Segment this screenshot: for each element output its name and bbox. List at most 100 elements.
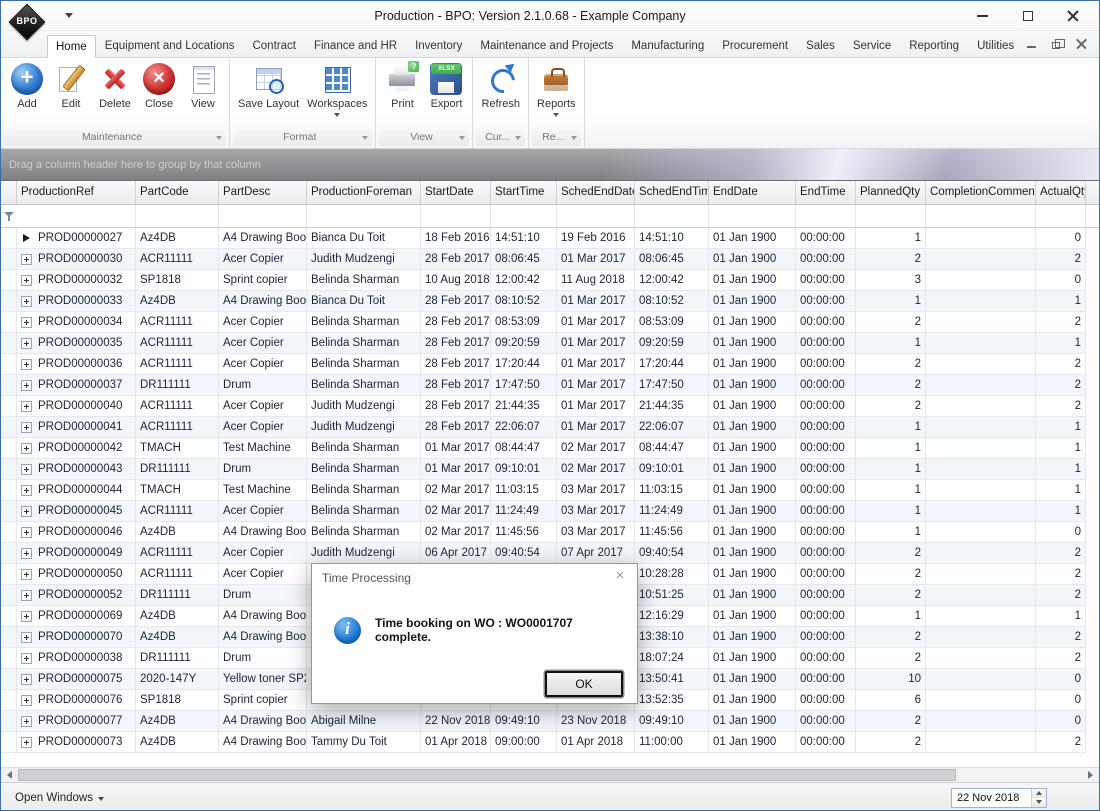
cell-partdesc[interactable]: Test Machine — [219, 438, 307, 459]
cell-startdate[interactable]: 28 Feb 2017 — [421, 333, 491, 354]
filter-cell-schedenddate[interactable] — [557, 205, 635, 227]
cell-productionref[interactable]: PROD00000033 — [17, 291, 136, 312]
filter-cell-schedendtime[interactable] — [635, 205, 709, 227]
cell-enddate[interactable]: 01 Jan 1900 — [709, 249, 796, 270]
cell-completioncomments[interactable] — [926, 627, 1036, 648]
cell-plannedqty[interactable]: 1 — [856, 501, 926, 522]
cell-partcode[interactable]: DR111111 — [136, 585, 219, 606]
cell-completioncomments[interactable] — [926, 438, 1036, 459]
tab-reporting[interactable]: Reporting — [900, 34, 968, 57]
cell-actualqty[interactable]: 1 — [1036, 333, 1086, 354]
cell-starttime[interactable]: 21:44:35 — [491, 396, 557, 417]
filter-cell-productionref[interactable] — [17, 205, 136, 227]
cell-productionref[interactable]: PROD00000030 — [17, 249, 136, 270]
cell-actualqty[interactable]: 0 — [1036, 711, 1086, 732]
cell-plannedqty[interactable]: 1 — [856, 438, 926, 459]
grid-row-PROD00000035[interactable]: PROD00000035ACR11111Acer CopierBelinda S… — [1, 333, 1099, 354]
cell-schedendtime[interactable]: 09:10:01 — [635, 459, 709, 480]
mdi-minimize-icon[interactable] — [1027, 46, 1036, 48]
cell-endtime[interactable]: 00:00:00 — [796, 438, 856, 459]
cell-schedenddate[interactable]: 01 Mar 2017 — [557, 249, 635, 270]
cell-plannedqty[interactable]: 2 — [856, 732, 926, 753]
cell-productionforeman[interactable]: Belinda Sharman — [307, 438, 421, 459]
cell-productionforeman[interactable]: Belinda Sharman — [307, 375, 421, 396]
cell-partcode[interactable]: ACR11111 — [136, 249, 219, 270]
cell-schedendtime[interactable]: 18:07:24 — [635, 648, 709, 669]
cell-startdate[interactable]: 28 Feb 2017 — [421, 312, 491, 333]
cell-endtime[interactable]: 00:00:00 — [796, 648, 856, 669]
cell-schedenddate[interactable]: 01 Mar 2017 — [557, 417, 635, 438]
cell-endtime[interactable]: 00:00:00 — [796, 228, 856, 249]
cell-partdesc[interactable]: Drum — [219, 585, 307, 606]
grid-row-PROD00000027[interactable]: PROD00000027Az4DBA4 Drawing BookBianca D… — [1, 228, 1099, 249]
expand-icon[interactable] — [21, 422, 32, 433]
cell-plannedqty[interactable]: 1 — [856, 606, 926, 627]
cell-partcode[interactable]: Az4DB — [136, 711, 219, 732]
grid-row-PROD00000034[interactable]: PROD00000034ACR11111Acer CopierBelinda S… — [1, 312, 1099, 333]
view-button[interactable]: View — [181, 61, 225, 112]
cell-startdate[interactable]: 28 Feb 2017 — [421, 354, 491, 375]
grid-row-PROD00000049[interactable]: PROD00000049ACR11111Acer CopierJudith Mu… — [1, 543, 1099, 564]
save-layout-button[interactable]: Save Layout — [234, 61, 303, 112]
cell-completioncomments[interactable] — [926, 417, 1036, 438]
expand-icon[interactable] — [21, 569, 32, 580]
cell-plannedqty[interactable]: 2 — [856, 585, 926, 606]
cell-plannedqty[interactable]: 2 — [856, 711, 926, 732]
grid-row-PROD00000041[interactable]: PROD00000041ACR11111Acer CopierJudith Mu… — [1, 417, 1099, 438]
cell-plannedqty[interactable]: 1 — [856, 459, 926, 480]
expand-icon[interactable] — [21, 401, 32, 412]
cell-schedenddate[interactable]: 01 Mar 2017 — [557, 312, 635, 333]
cell-enddate[interactable]: 01 Jan 1900 — [709, 438, 796, 459]
cell-productionref[interactable]: PROD00000037 — [17, 375, 136, 396]
cell-starttime[interactable]: 08:53:09 — [491, 312, 557, 333]
cell-schedenddate[interactable]: 02 Mar 2017 — [557, 438, 635, 459]
expand-icon[interactable] — [21, 737, 32, 748]
cell-productionref[interactable]: PROD00000046 — [17, 522, 136, 543]
cell-productionforeman[interactable]: Bianca Du Toit — [307, 228, 421, 249]
expand-icon[interactable] — [21, 275, 32, 286]
tab-service[interactable]: Service — [844, 34, 900, 57]
cell-partcode[interactable]: 2020-147Y — [136, 669, 219, 690]
cell-plannedqty[interactable]: 2 — [856, 249, 926, 270]
cell-starttime[interactable]: 17:47:50 — [491, 375, 557, 396]
cell-plannedqty[interactable]: 2 — [856, 648, 926, 669]
edit-button[interactable]: Edit — [49, 61, 93, 112]
add-button[interactable]: Add — [5, 61, 49, 112]
cell-productionforeman[interactable]: Tammy Du Toit — [307, 732, 421, 753]
cell-schedendtime[interactable]: 10:51:25 — [635, 585, 709, 606]
cell-schedenddate[interactable]: 01 Mar 2017 — [557, 333, 635, 354]
cell-actualqty[interactable]: 1 — [1036, 438, 1086, 459]
cell-starttime[interactable]: 09:40:54 — [491, 543, 557, 564]
cell-productionref[interactable]: PROD00000077 — [17, 711, 136, 732]
cell-enddate[interactable]: 01 Jan 1900 — [709, 375, 796, 396]
print-button[interactable]: Print — [380, 61, 424, 112]
cell-schedendtime[interactable]: 17:20:44 — [635, 354, 709, 375]
cell-enddate[interactable]: 01 Jan 1900 — [709, 690, 796, 711]
cell-actualqty[interactable]: 0 — [1036, 690, 1086, 711]
cell-enddate[interactable]: 01 Jan 1900 — [709, 354, 796, 375]
cell-actualqty[interactable]: 1 — [1036, 459, 1086, 480]
cell-endtime[interactable]: 00:00:00 — [796, 312, 856, 333]
cell-actualqty[interactable]: 0 — [1036, 270, 1086, 291]
cell-productionforeman[interactable]: Belinda Sharman — [307, 480, 421, 501]
column-header-partdesc[interactable]: PartDesc — [219, 181, 307, 204]
filter-cell-enddate[interactable] — [709, 205, 796, 227]
cell-schedendtime[interactable]: 11:00:00 — [635, 732, 709, 753]
cell-plannedqty[interactable]: 1 — [856, 480, 926, 501]
cell-partcode[interactable]: Az4DB — [136, 291, 219, 312]
cell-productionforeman[interactable]: Belinda Sharman — [307, 270, 421, 291]
tab-equipment-and-locations[interactable]: Equipment and Locations — [96, 34, 244, 57]
cell-actualqty[interactable]: 2 — [1036, 627, 1086, 648]
dialog-close-icon[interactable] — [611, 566, 629, 586]
cell-actualqty[interactable]: 2 — [1036, 354, 1086, 375]
cell-enddate[interactable]: 01 Jan 1900 — [709, 228, 796, 249]
cell-partcode[interactable]: TMACH — [136, 480, 219, 501]
cell-productionref[interactable]: PROD00000049 — [17, 543, 136, 564]
cell-partcode[interactable]: DR111111 — [136, 459, 219, 480]
cell-schedendtime[interactable]: 14:51:10 — [635, 228, 709, 249]
cell-partdesc[interactable]: Acer Copier — [219, 396, 307, 417]
cell-partdesc[interactable]: A4 Drawing Book — [219, 732, 307, 753]
cell-enddate[interactable]: 01 Jan 1900 — [709, 669, 796, 690]
grid-row-PROD00000073[interactable]: PROD00000073Az4DBA4 Drawing BookTammy Du… — [1, 732, 1099, 753]
cell-actualqty[interactable]: 1 — [1036, 501, 1086, 522]
